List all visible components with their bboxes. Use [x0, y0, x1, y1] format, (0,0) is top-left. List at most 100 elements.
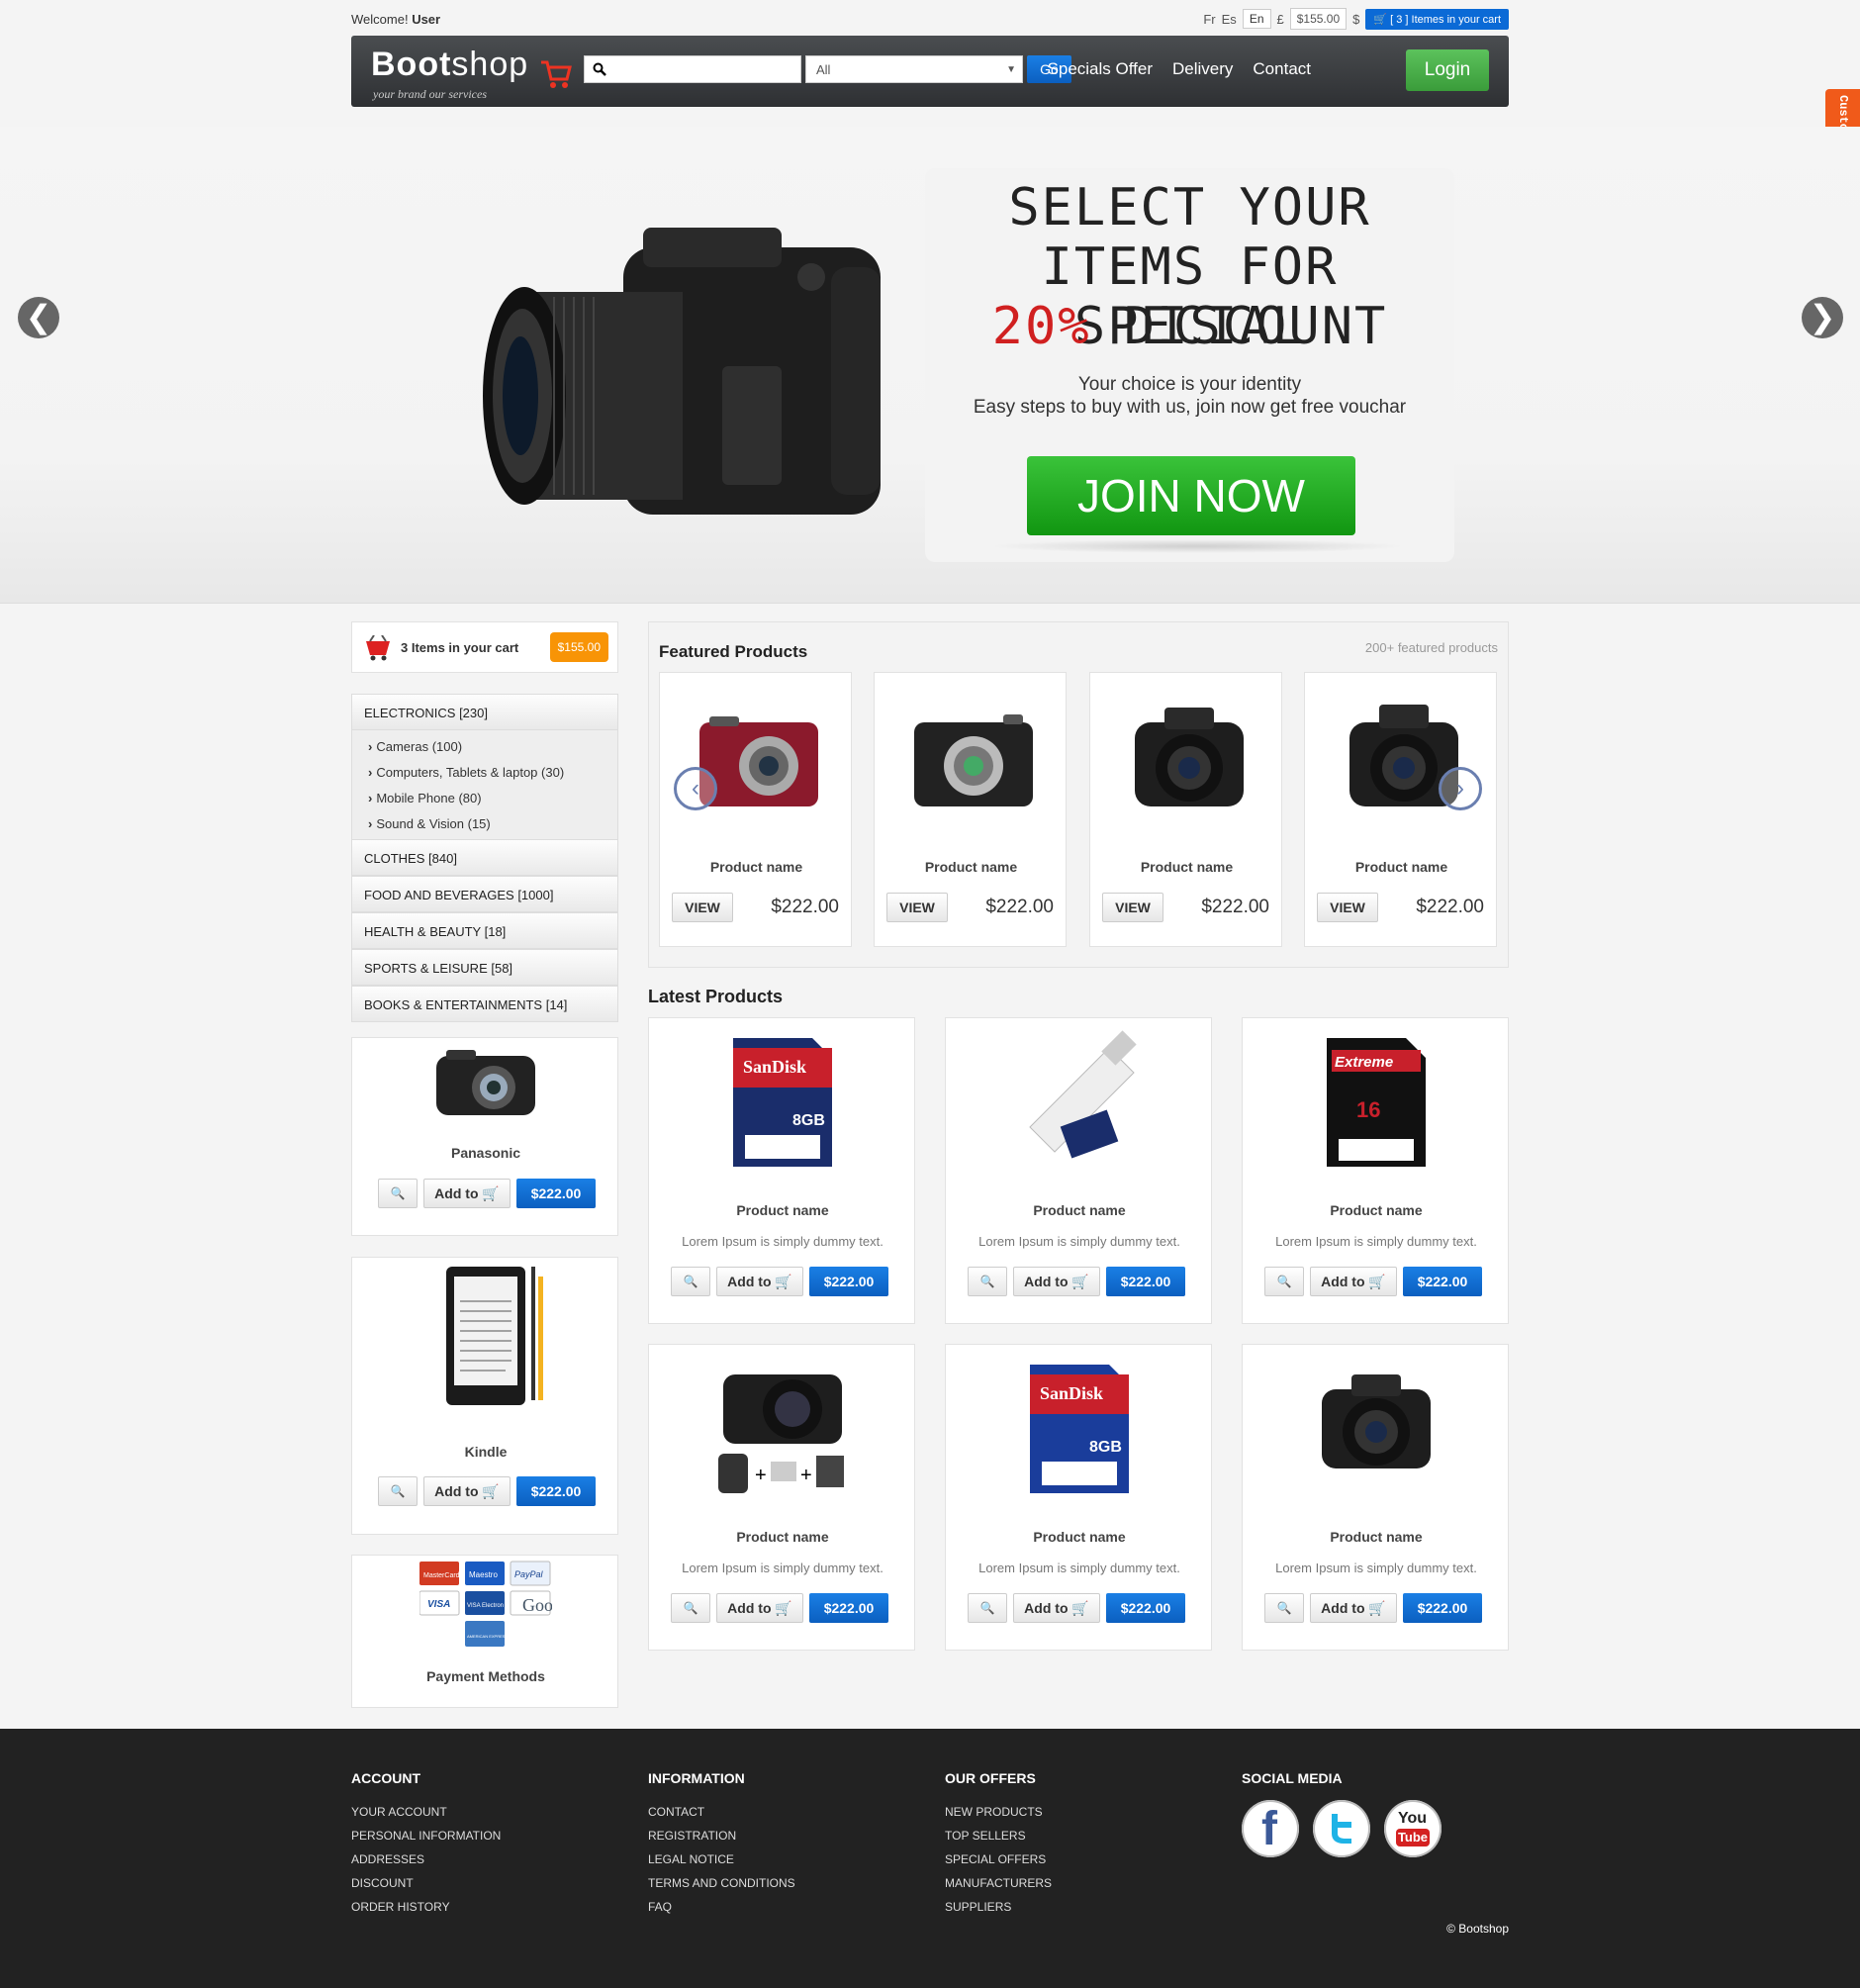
nav-delivery[interactable]: Delivery — [1172, 59, 1233, 79]
footer-link[interactable]: LEGAL NOTICE — [648, 1847, 935, 1871]
join-button-shadow — [989, 539, 1405, 553]
svg-text:SanDisk: SanDisk — [743, 1057, 806, 1077]
svg-text:+: + — [755, 1465, 767, 1486]
footer-link[interactable]: TOP SELLERS — [945, 1824, 1232, 1847]
top-cart-button[interactable]: 🛒 [ 3 ] Itemes in your cart — [1365, 8, 1509, 30]
subcategory-item[interactable]: › Computers, Tablets & laptop (30) — [352, 760, 617, 786]
lang-en[interactable]: En — [1242, 9, 1271, 29]
sidebar-product-name: Kindle — [464, 1444, 508, 1460]
footer-social-title: SOCIAL MEDIA — [1242, 1770, 1343, 1786]
add-to-cart-button[interactable]: Add to 🛒 — [1013, 1593, 1100, 1623]
subcategory-item[interactable]: › Mobile Phone (80) — [352, 786, 617, 811]
lang-fr[interactable]: Fr — [1203, 12, 1215, 27]
zoom-button[interactable]: 🔍 — [671, 1593, 710, 1623]
featured-count[interactable]: 200+ featured products — [1365, 640, 1498, 655]
chevron-down-icon: ▼ — [1006, 64, 1016, 75]
zoom-button[interactable]: 🔍 — [671, 1267, 710, 1296]
category-health-beauty[interactable]: HEALTH & BEAUTY [18] — [351, 912, 618, 949]
featured-product-price: $222.00 — [1416, 897, 1484, 917]
category-food-beverages[interactable]: FOOD AND BEVERAGES [1000] — [351, 876, 618, 912]
nav-specials-offer[interactable]: Specials Offer — [1048, 59, 1153, 79]
footer-link[interactable]: MANUFACTURERS — [945, 1871, 1232, 1895]
hero-subtitle-1: Your choice is your identity — [1077, 374, 1302, 395]
footer-link[interactable]: ORDER HISTORY — [351, 1895, 638, 1919]
zoom-button[interactable]: 🔍 — [1264, 1593, 1304, 1623]
footer-account-title: ACCOUNT — [351, 1770, 420, 1786]
footer-link[interactable]: REGISTRATION — [648, 1824, 935, 1847]
navbar: Bootshop your brand our services All ▼ G… — [351, 36, 1509, 107]
category-select-value: All — [816, 62, 831, 77]
currency-pound[interactable]: £ — [1277, 12, 1284, 27]
sidebar-cart-text: 3 Items in your cart — [401, 640, 519, 655]
svg-text:Extreme: Extreme — [1335, 1054, 1393, 1071]
join-now-button[interactable]: JOIN NOW — [1027, 456, 1355, 535]
price-button[interactable]: $222.00 — [1403, 1267, 1482, 1296]
price-button[interactable]: $222.00 — [1106, 1267, 1185, 1296]
zoom-button[interactable]: 🔍 — [968, 1267, 1007, 1296]
twitter-icon[interactable] — [1313, 1800, 1370, 1857]
footer-link[interactable]: NEW PRODUCTS — [945, 1800, 1232, 1824]
add-to-cart-button[interactable]: Add to 🛒 — [423, 1476, 511, 1506]
footer-link[interactable]: ADDRESSES — [351, 1847, 638, 1871]
add-to-cart-button[interactable]: Add to 🛒 — [716, 1267, 803, 1296]
lang-es[interactable]: Es — [1222, 12, 1237, 27]
currency-dollar[interactable]: $ — [1352, 12, 1359, 27]
category-select[interactable]: All ▼ — [805, 55, 1023, 83]
zoom-button[interactable]: 🔍 — [378, 1476, 418, 1506]
add-to-cart-button[interactable]: Add to 🛒 — [1013, 1267, 1100, 1296]
search-input[interactable] — [584, 55, 801, 83]
subcategory-item[interactable]: › Cameras (100) — [352, 734, 617, 760]
category-books-entertainments[interactable]: BOOKS & ENTERTAINMENTS [14] — [351, 986, 618, 1022]
view-button[interactable]: VIEW — [672, 893, 733, 922]
price-button[interactable]: $222.00 — [516, 1179, 596, 1208]
price-button[interactable]: $222.00 — [809, 1267, 888, 1296]
magnifier-icon: 🔍 — [390, 1484, 406, 1498]
view-button[interactable]: VIEW — [1317, 893, 1378, 922]
svg-text:PayPal: PayPal — [514, 1569, 544, 1579]
add-to-cart-button[interactable]: Add to 🛒 — [1310, 1593, 1397, 1623]
price-button[interactable]: $222.00 — [809, 1593, 888, 1623]
card-reader-image — [1029, 1030, 1137, 1159]
add-to-cart-label: Add to — [727, 1600, 772, 1616]
hero-next-arrow[interactable]: ❯ — [1802, 297, 1843, 338]
footer-link[interactable]: YOUR ACCOUNT — [351, 1800, 638, 1824]
add-to-cart-button[interactable]: Add to 🛒 — [1310, 1267, 1397, 1296]
footer-link[interactable]: FAQ — [648, 1895, 935, 1919]
category-clothes[interactable]: CLOTHES [840] — [351, 839, 618, 876]
facebook-icon[interactable]: f — [1242, 1800, 1299, 1857]
featured-next-button[interactable]: › — [1439, 767, 1482, 810]
logo[interactable]: Bootshop your brand our services — [371, 46, 572, 101]
add-to-cart-button[interactable]: Add to 🛒 — [423, 1179, 511, 1208]
zoom-button[interactable]: 🔍 — [968, 1593, 1007, 1623]
footer-link[interactable]: SUPPLIERS — [945, 1895, 1232, 1919]
footer-link[interactable]: SPECIAL OFFERS — [945, 1847, 1232, 1871]
cart-icon: 🛒 — [1071, 1274, 1089, 1289]
youtube-icon[interactable]: You Tube — [1384, 1800, 1442, 1857]
zoom-button[interactable]: 🔍 — [378, 1179, 418, 1208]
footer-link[interactable]: CONTACT — [648, 1800, 935, 1824]
price-button[interactable]: $222.00 — [1106, 1593, 1185, 1623]
footer-link[interactable]: TERMS AND CONDITIONS — [648, 1871, 935, 1895]
zoom-button[interactable]: 🔍 — [1264, 1267, 1304, 1296]
latest-product-card: SanDisk 8GB Product name Lorem Ipsum is … — [648, 1017, 915, 1324]
footer-link[interactable]: DISCOUNT — [351, 1871, 638, 1895]
subcategory-label: Sound & Vision (15) — [376, 816, 491, 831]
subcategory-item[interactable]: › Sound & Vision (15) — [352, 811, 617, 837]
price-button[interactable]: $222.00 — [1403, 1593, 1482, 1623]
svg-text:VISA: VISA — [427, 1599, 450, 1610]
category-sports-leisure[interactable]: SPORTS & LEISURE [58] — [351, 949, 618, 986]
hero-prev-arrow[interactable]: ❮ — [18, 297, 59, 338]
nav-contact[interactable]: Contact — [1253, 59, 1311, 79]
add-to-cart-button[interactable]: Add to 🛒 — [716, 1593, 803, 1623]
svg-text:8GB: 8GB — [792, 1112, 825, 1129]
add-to-cart-label: Add to — [1321, 1600, 1365, 1616]
sidebar-cart-summary[interactable]: 3 Items in your cart $155.00 — [351, 621, 618, 673]
footer-link[interactable]: PERSONAL INFORMATION — [351, 1824, 638, 1847]
price-button[interactable]: $222.00 — [516, 1476, 596, 1506]
latest-product-desc: Lorem Ipsum is simply dummy text. — [1275, 1234, 1477, 1249]
featured-prev-button[interactable]: ‹ — [674, 767, 717, 810]
view-button[interactable]: VIEW — [886, 893, 948, 922]
login-button[interactable]: Login — [1406, 49, 1489, 91]
category-electronics[interactable]: ELECTRONICS [230] — [351, 694, 618, 730]
view-button[interactable]: VIEW — [1102, 893, 1163, 922]
